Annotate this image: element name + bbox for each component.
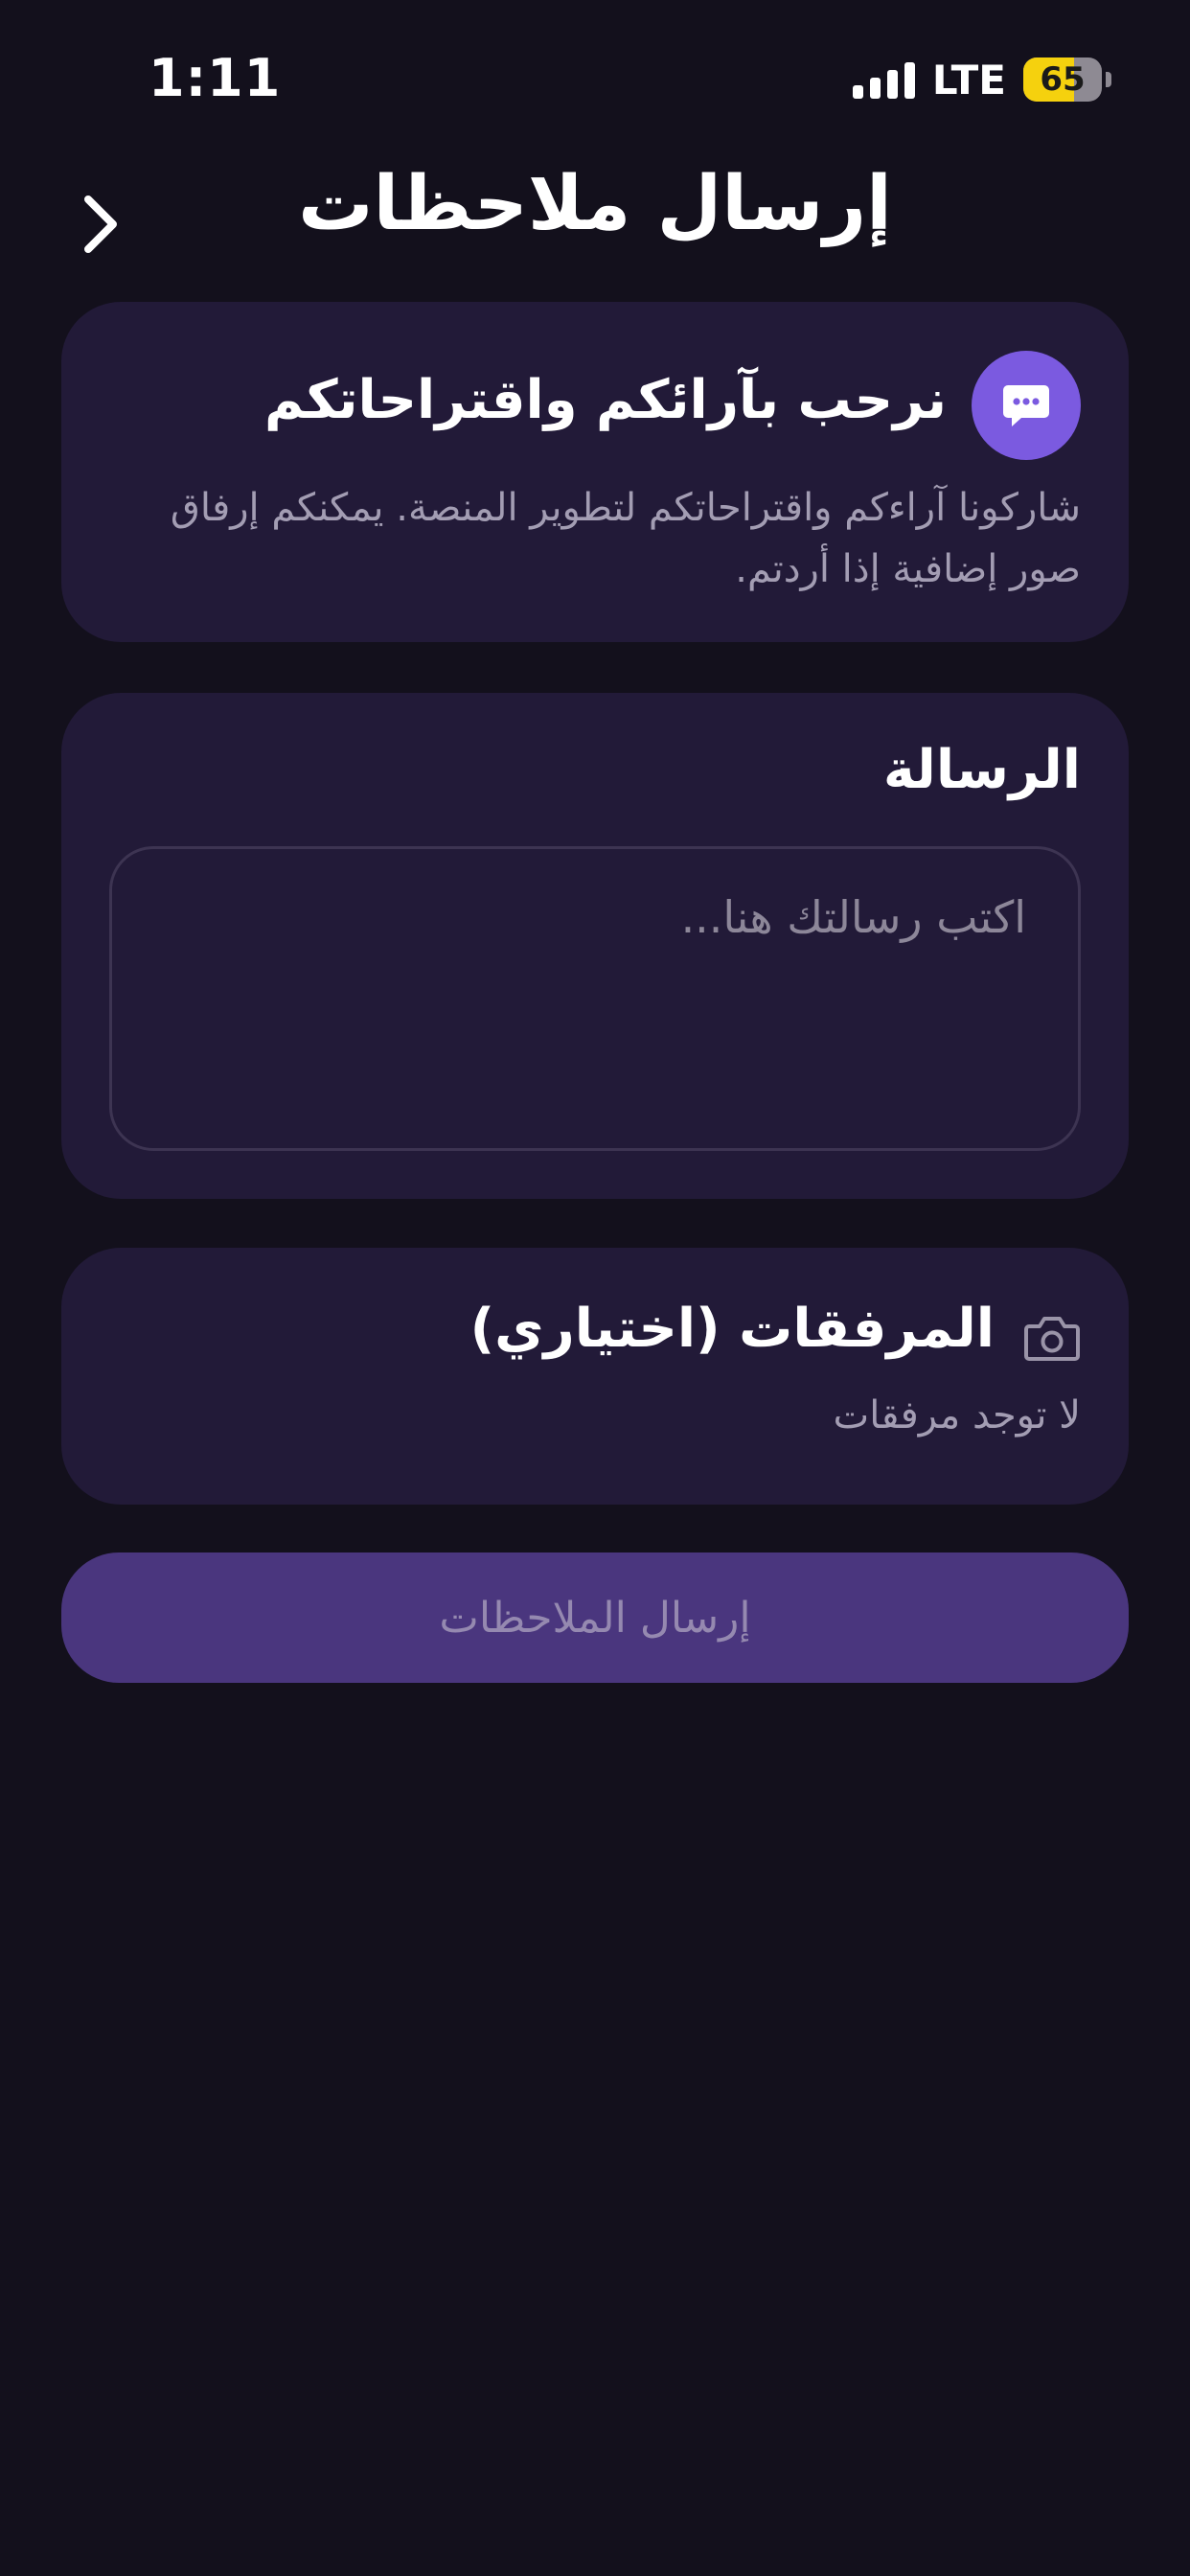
attachments-empty-text: لا توجد مرفقات [833, 1393, 1081, 1438]
status-time: 1:11 [149, 48, 282, 108]
battery-nub [1106, 72, 1111, 87]
network-type: LTE [931, 56, 1006, 104]
chat-bubble-icon [972, 351, 1081, 460]
welcome-title: نرحب بآرائكم واقتراحاتكم [264, 369, 947, 431]
message-card: الرسالة [61, 693, 1129, 1199]
status-indicators: LTE 65 [852, 56, 1111, 104]
message-input[interactable] [109, 846, 1081, 1151]
feedback-screen: 1:11 LTE 65 إرسال ملاحظات نرحب بآرائكم و… [0, 0, 1190, 2576]
message-section-title: الرسالة [882, 739, 1081, 801]
welcome-card: نرحب بآرائكم واقتراحاتكم شاركونا آراءكم … [61, 302, 1129, 642]
page-title: إرسال ملاحظات [298, 161, 892, 247]
battery-percent: 65 [1040, 60, 1086, 99]
submit-feedback-button[interactable]: إرسال الملاحظات [61, 1552, 1129, 1683]
signal-strength-icon [852, 60, 915, 99]
battery-icon: 65 [1023, 58, 1102, 102]
welcome-description: شاركونا آراءكم واقتراحاتكم لتطوير المنصة… [170, 486, 1081, 591]
camera-icon[interactable] [1023, 1313, 1081, 1363]
attachments-card: المرفقات (اختياري) لا توجد مرفقات [61, 1248, 1129, 1505]
attachments-title: المرفقات (اختياري) [469, 1298, 995, 1360]
